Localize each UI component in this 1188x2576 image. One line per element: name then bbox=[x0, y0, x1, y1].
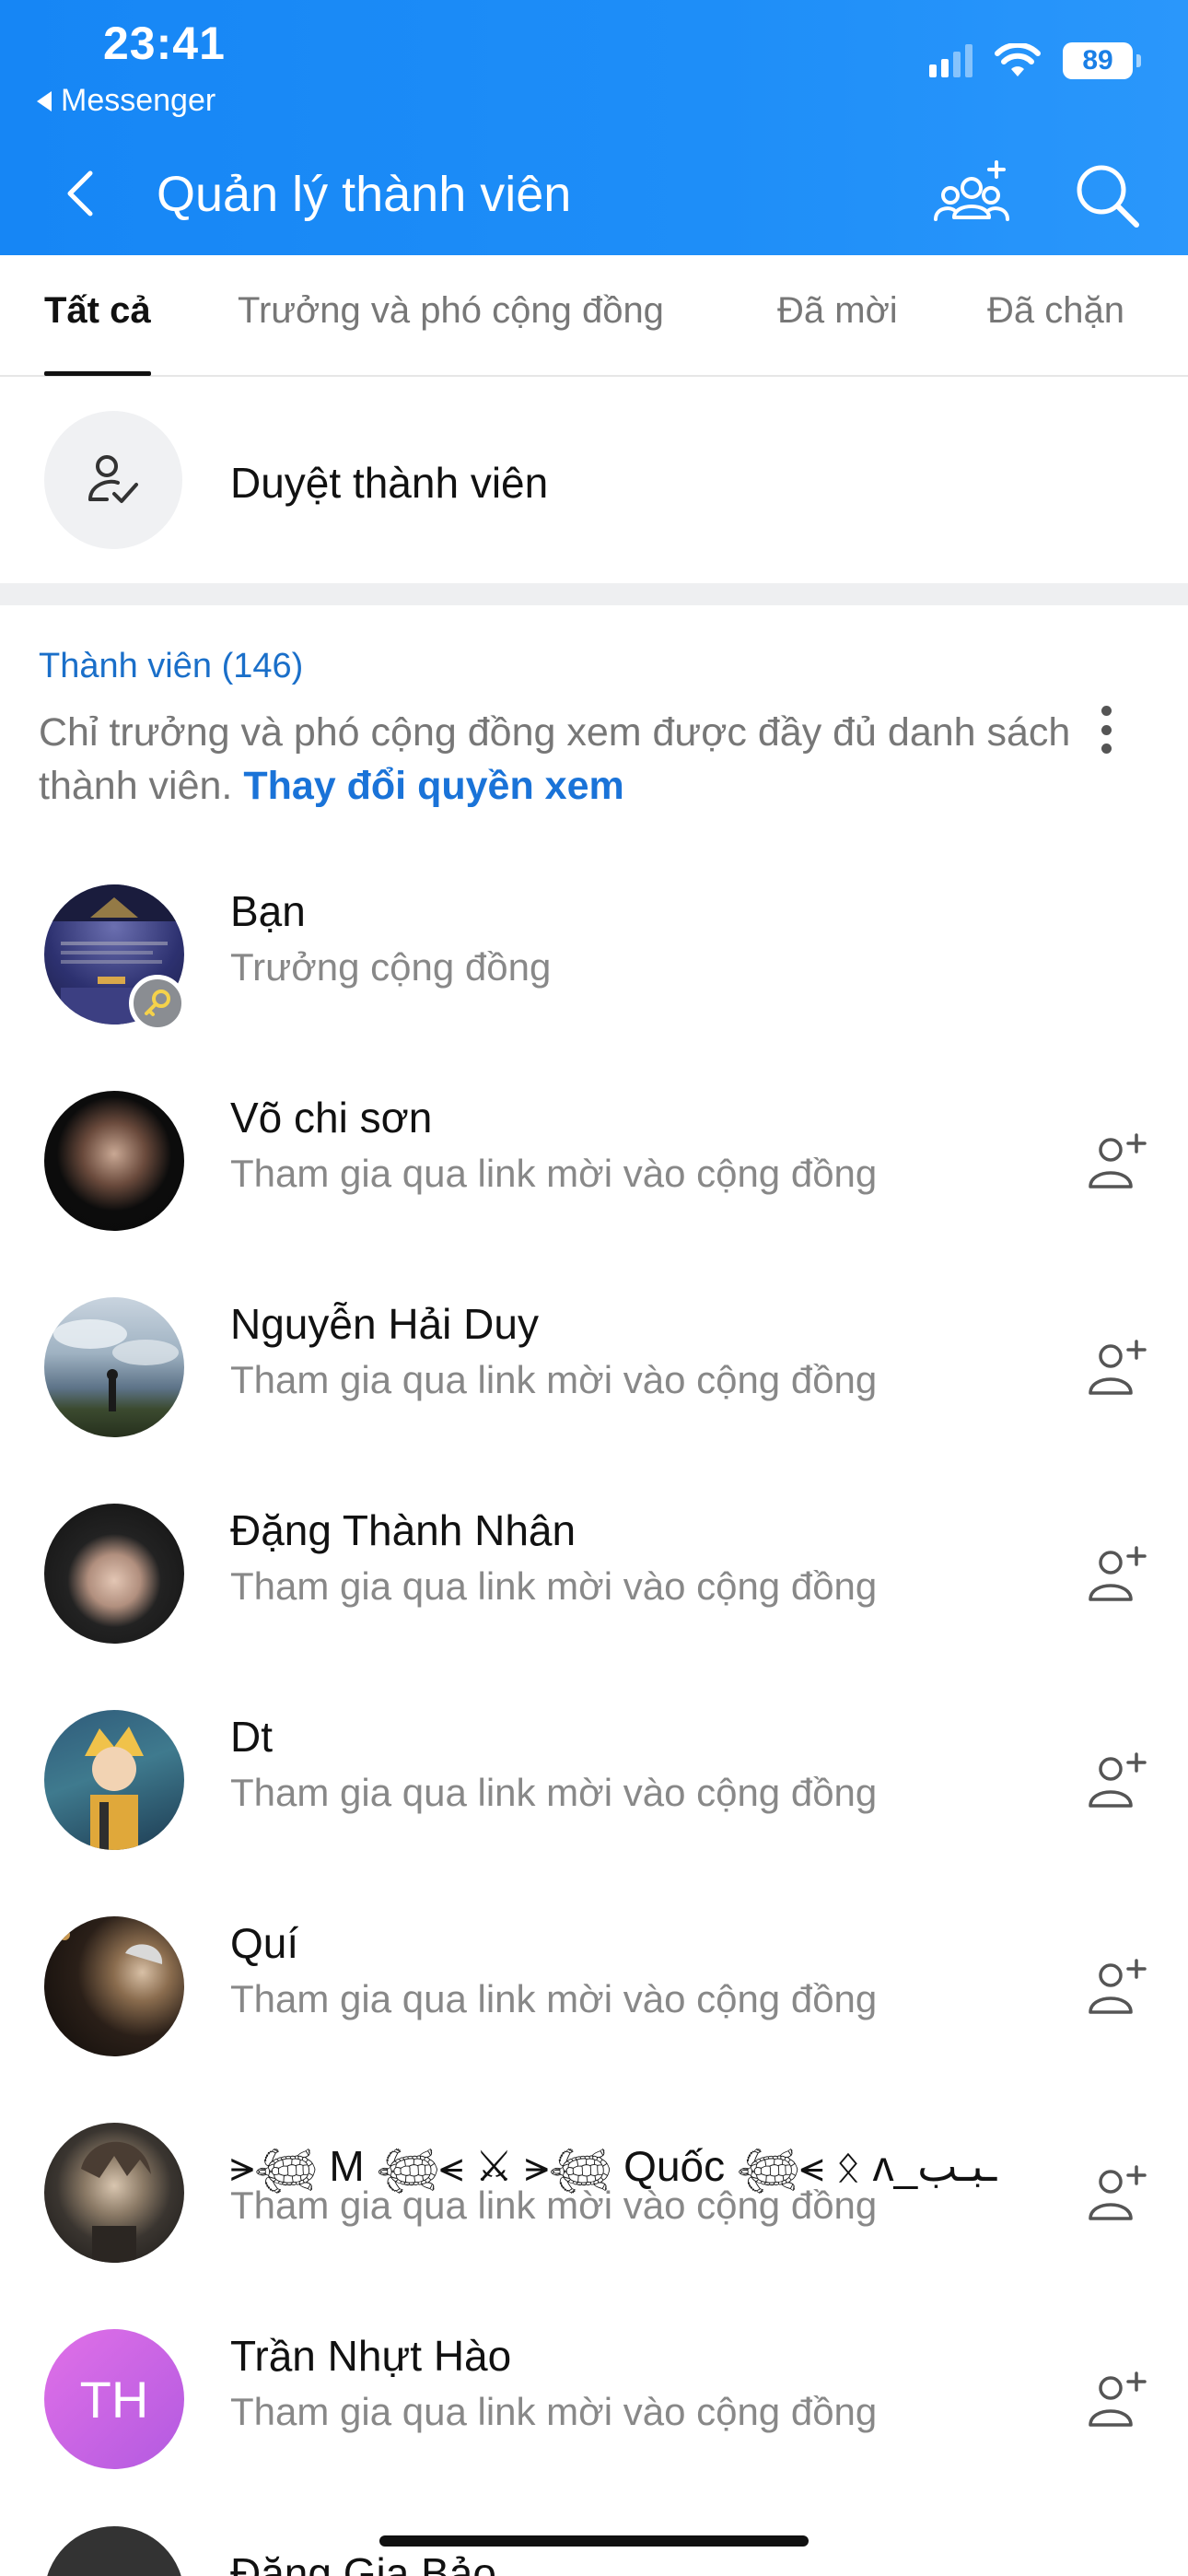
battery-indicator: 89 bbox=[1063, 42, 1141, 79]
review-members-row[interactable]: Duyệt thành viên bbox=[0, 379, 1188, 583]
active-tab-indicator bbox=[44, 371, 151, 376]
members-count-title: Thành viên (146) bbox=[39, 647, 304, 685]
tab-blocked[interactable]: Đã chặn bbox=[987, 290, 1124, 332]
member-name: Đặng Thành Nhân bbox=[230, 1506, 577, 1554]
status-icons: 89 bbox=[929, 42, 1141, 79]
member-name: Đặng Gia Bảo bbox=[230, 2549, 496, 2576]
member-row[interactable]: Võ chi sơn Tham gia qua link mời vào cộn… bbox=[0, 1091, 1188, 1297]
status-time: 23:41 bbox=[103, 18, 226, 69]
add-member-group-icon[interactable] bbox=[930, 157, 1013, 230]
member-join-info: Tham gia qua link mời vào cộng đồng bbox=[230, 1358, 878, 1401]
member-join-info: Tham gia qua link mời vào cộng đồng bbox=[230, 1152, 878, 1195]
add-friend-icon[interactable] bbox=[1085, 1749, 1149, 1813]
signal-icon bbox=[929, 44, 973, 77]
member-row[interactable]: ⪫𓆉 M 𓆉⪪ ⚔ ⪫𓆉 Quốc 𓆉⪪ ᛟ ʌ_ـبـب Tham gia q… bbox=[0, 2123, 1188, 2329]
avatar bbox=[44, 2123, 184, 2263]
wifi-icon bbox=[995, 43, 1041, 76]
tab-bar: Tất cả Trưởng và phó cộng đồng Đã mời Đã… bbox=[0, 255, 1188, 377]
member-join-info: Tham gia qua link mời vào cộng đồng bbox=[230, 1564, 878, 1608]
add-friend-icon[interactable] bbox=[1085, 2161, 1149, 2226]
member-name: Dt bbox=[230, 1713, 273, 1761]
page-title: Quản lý thành viên bbox=[157, 167, 572, 222]
member-row[interactable]: Dt Tham gia qua link mời vào cộng đồng bbox=[0, 1710, 1188, 1916]
tab-all[interactable]: Tất cả bbox=[44, 290, 151, 332]
section-divider bbox=[0, 583, 1188, 605]
members-visibility-note: Chỉ trưởng và phó cộng đồng xem được đầy… bbox=[39, 706, 1079, 813]
member-name: Võ chi sơn bbox=[230, 1094, 433, 1142]
add-friend-icon[interactable] bbox=[1085, 1336, 1149, 1400]
back-to-app-link[interactable]: Messenger bbox=[37, 83, 215, 119]
member-name: Trần Nhựt Hào bbox=[230, 2332, 512, 2380]
member-join-info: Tham gia qua link mời vào cộng đồng bbox=[230, 2390, 878, 2433]
more-options-icon[interactable] bbox=[1092, 702, 1120, 757]
back-chevron-icon[interactable] bbox=[57, 166, 103, 221]
tab-invited[interactable]: Đã mời bbox=[777, 290, 898, 332]
member-row[interactable]: TH Trần Nhựt Hào Tham gia qua link mời v… bbox=[0, 2329, 1188, 2535]
app-header: 23:41 Messenger 89 Quản lý thành viên bbox=[0, 0, 1188, 255]
add-friend-icon[interactable] bbox=[1085, 2368, 1149, 2432]
avatar bbox=[44, 1504, 184, 1644]
review-member-icon bbox=[44, 411, 182, 549]
member-name: Bạn bbox=[230, 887, 306, 935]
tab-leaders[interactable]: Trưởng và phó cộng đồng bbox=[238, 290, 664, 332]
avatar-initials: TH bbox=[44, 2329, 184, 2469]
member-row[interactable]: Bạn Trưởng cộng đồng bbox=[0, 884, 1188, 1091]
add-friend-icon[interactable] bbox=[1085, 1542, 1149, 1607]
home-indicator bbox=[379, 2535, 809, 2547]
review-members-label: Duyệt thành viên bbox=[230, 459, 549, 507]
search-icon[interactable] bbox=[1070, 158, 1144, 232]
add-friend-icon[interactable] bbox=[1085, 1130, 1149, 1194]
avatar bbox=[44, 1710, 184, 1850]
key-icon bbox=[129, 975, 186, 1032]
member-name: Nguyễn Hải Duy bbox=[230, 1300, 539, 1348]
member-name: Quí bbox=[230, 1919, 299, 1967]
avatar bbox=[44, 1297, 184, 1437]
back-app-label: Messenger bbox=[61, 83, 216, 118]
member-row[interactable]: Quí Tham gia qua link mời vào cộng đồng bbox=[0, 1916, 1188, 2123]
avatar bbox=[44, 1916, 184, 2056]
back-triangle-icon bbox=[37, 90, 52, 111]
member-join-info: Tham gia qua link mời vào cộng đồng bbox=[230, 2184, 878, 2227]
member-row[interactable]: Nguyễn Hải Duy Tham gia qua link mời vào… bbox=[0, 1297, 1188, 1504]
change-view-permission-link[interactable]: Thay đổi quyền xem bbox=[243, 764, 623, 808]
member-join-info: Tham gia qua link mời vào cộng đồng bbox=[230, 1977, 878, 2020]
member-role: Trưởng cộng đồng bbox=[230, 945, 552, 989]
add-friend-icon[interactable] bbox=[1085, 1955, 1149, 2020]
member-row[interactable]: Đặng Thành Nhân Tham gia qua link mời và… bbox=[0, 1504, 1188, 1710]
avatar bbox=[44, 1091, 184, 1231]
member-join-info: Tham gia qua link mời vào cộng đồng bbox=[230, 1771, 878, 1814]
